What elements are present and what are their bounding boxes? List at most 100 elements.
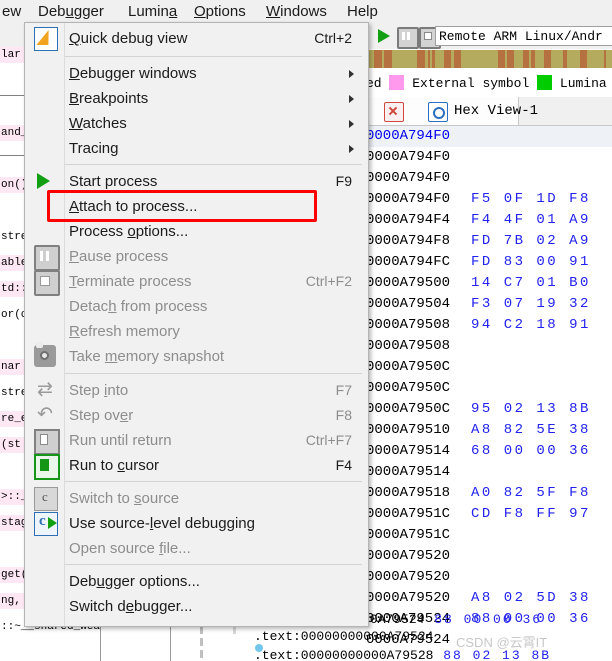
close-icon[interactable] bbox=[384, 102, 404, 122]
hex-row[interactable]: 0000A794F4 F4 4F 01 A9 bbox=[366, 210, 612, 231]
menu-item-quick-debug-view[interactable]: Quick debug view Ctrl+2 bbox=[25, 26, 368, 51]
hex-row[interactable]: 0000A79504 F3 07 19 32 bbox=[366, 294, 612, 315]
hex-row[interactable]: 0000A7951C CD F8 FF 97 bbox=[366, 504, 612, 525]
hex-address: 0000A79520 bbox=[366, 590, 451, 606]
process-selector[interactable]: Remote ARM Linux/Andr bbox=[435, 26, 612, 46]
menu-item-label: Breakpoints bbox=[69, 90, 149, 107]
hex-row[interactable]: 0000A794F0 F5 0F 1D F8 bbox=[366, 189, 612, 210]
menu-item-label: Switch to source bbox=[69, 490, 180, 507]
hex-row[interactable]: 0000A79508 bbox=[366, 336, 612, 357]
hex-view-tab-label: Hex View-1 bbox=[454, 103, 539, 119]
hex-row[interactable]: 0000A79508 94 C2 18 91 bbox=[366, 315, 612, 336]
menubar-item-windows[interactable]: Windows bbox=[266, 2, 327, 21]
hex-address: 0000A794F0 bbox=[366, 170, 451, 186]
hex-view-content[interactable]: 0000A794F0 0000A794F0 0000A794F0 0000A794F0… bbox=[366, 126, 612, 661]
hex-row[interactable]: 0000A79520 bbox=[366, 567, 612, 588]
hex-bytes: FD 83 00 91 bbox=[471, 254, 591, 270]
quick-debug-view-icon bbox=[34, 27, 58, 51]
pause-icon[interactable] bbox=[397, 27, 419, 49]
menu-separator bbox=[65, 481, 362, 482]
hex-bytes: A8 02 5D 38 bbox=[471, 590, 591, 606]
hex-address: 0000A79520 bbox=[366, 569, 451, 585]
legend-label-2: Lumina bbox=[559, 76, 607, 91]
menu-item-debugger-options[interactable]: Debugger options... bbox=[25, 569, 368, 594]
menu-item-shortcut: F7 bbox=[335, 382, 352, 398]
hex-row[interactable]: 0000A79514 68 00 00 36 bbox=[366, 441, 612, 462]
menu-item-terminate-process: Terminate process Ctrl+F2 bbox=[25, 269, 368, 296]
hex-address: 0000A79510 bbox=[366, 422, 451, 438]
chevron-right-icon bbox=[349, 145, 354, 153]
dock-icon[interactable] bbox=[428, 102, 448, 122]
menu-item-use-source-level-debugging[interactable]: Use source-level debugging bbox=[25, 511, 368, 536]
hex-row[interactable]: 0000A794F0 bbox=[366, 126, 612, 147]
menu-item-pause-process: Pause process bbox=[25, 244, 368, 271]
menu-separator bbox=[65, 164, 362, 165]
disasm-bytes: 88 00 00 36 bbox=[424, 612, 543, 627]
hex-address: 0000A79520 bbox=[366, 548, 451, 564]
menubar-item-view[interactable]: ew bbox=[2, 2, 21, 21]
run-to-cursor-icon bbox=[34, 454, 60, 480]
hex-row[interactable]: 0000A79510 A8 82 5E 38 bbox=[366, 420, 612, 441]
hex-row[interactable]: 0000A794FC FD 83 00 91 bbox=[366, 252, 612, 273]
play-icon bbox=[37, 173, 50, 189]
hex-row[interactable]: 0000A79518 A0 82 5F F8 bbox=[366, 483, 612, 504]
navigator-stripe bbox=[498, 50, 505, 68]
menubar-item-help[interactable]: Help bbox=[347, 2, 378, 21]
menu-separator bbox=[65, 373, 362, 374]
navigator-stripe bbox=[444, 50, 451, 68]
hex-address: 0000A79504 bbox=[366, 296, 451, 312]
navigator-stripe bbox=[417, 50, 425, 68]
hex-bytes: 95 02 13 8B bbox=[471, 401, 591, 417]
run-until-return-icon bbox=[34, 429, 60, 455]
hex-row[interactable]: 0000A7950C 95 02 13 8B bbox=[366, 399, 612, 420]
hex-row[interactable]: 0000A79520 A8 02 5D 38 bbox=[366, 588, 612, 609]
menubar-item-lumina[interactable]: Lumina bbox=[128, 2, 177, 21]
chevron-right-icon bbox=[349, 70, 354, 78]
debugger-dropdown-menu[interactable]: Quick debug view Ctrl+2 Debugger windows Br… bbox=[24, 22, 369, 627]
menu-item-switch-to-source: Switch to source bbox=[25, 486, 368, 511]
menu-item-label: Process options... bbox=[69, 223, 189, 240]
menu-item-tracing[interactable]: Tracing bbox=[25, 136, 368, 161]
menu-separator bbox=[65, 564, 362, 565]
menu-item-label: Step into bbox=[69, 382, 129, 399]
menu-item-shortcut: Ctrl+2 bbox=[314, 30, 352, 46]
hex-bytes: 14 C7 01 B0 bbox=[471, 275, 591, 291]
navigator-stripe bbox=[454, 50, 461, 68]
hex-address: 0000A7950C bbox=[366, 380, 451, 396]
play-icon[interactable] bbox=[378, 29, 390, 43]
chevron-right-icon bbox=[349, 95, 354, 103]
hex-address: 0000A79500 bbox=[366, 275, 451, 291]
menu-item-shortcut: F8 bbox=[335, 407, 352, 423]
hex-row[interactable]: 0000A7951C bbox=[366, 525, 612, 546]
debugger-toolbar: Remote ARM Linux/Andr bbox=[366, 23, 612, 49]
chevron-right-icon bbox=[349, 120, 354, 128]
menubar-item-options[interactable]: Options bbox=[194, 2, 246, 21]
menu-item-label: Run until return bbox=[69, 432, 172, 449]
menu-item-open-source-file: Open source file... bbox=[25, 536, 368, 561]
hex-row[interactable]: 0000A79514 bbox=[366, 462, 612, 483]
menubar-item-debugger[interactable]: Debugger bbox=[38, 2, 104, 21]
hex-address: 0000A79514 bbox=[366, 443, 451, 459]
hex-row[interactable]: 0000A794F0 bbox=[366, 168, 612, 189]
menu-item-run-to-cursor[interactable]: Run to cursor F4 bbox=[25, 453, 368, 480]
menu-separator bbox=[65, 56, 362, 57]
menu-item-watches[interactable]: Watches bbox=[25, 111, 368, 136]
hex-row[interactable]: 0000A79500 14 C7 01 B0 bbox=[366, 273, 612, 294]
hex-bytes: FD 7B 02 A9 bbox=[471, 233, 591, 249]
navigator-stripe bbox=[523, 50, 529, 68]
graph-dash-3 bbox=[200, 638, 203, 646]
legend-label-1: External symbol bbox=[412, 76, 530, 91]
hex-row[interactable]: 0000A7950C bbox=[366, 378, 612, 399]
step-over-icon: ↶ bbox=[37, 404, 53, 425]
menu-item-breakpoints[interactable]: Breakpoints bbox=[25, 86, 368, 111]
menu-item-debugger-windows[interactable]: Debugger windows bbox=[25, 61, 368, 86]
navigator-band-right[interactable] bbox=[366, 50, 612, 68]
menu-item-process-options[interactable]: Process options... bbox=[25, 219, 368, 244]
debugger-region: Remote ARM Linux/Andr ed External symbol… bbox=[366, 23, 612, 661]
hex-row[interactable]: 0000A7950C bbox=[366, 357, 612, 378]
hex-row[interactable]: 0000A794F8 FD 7B 02 A9 bbox=[366, 231, 612, 252]
menu-item-switch-debugger[interactable]: Switch debugger... bbox=[25, 594, 368, 619]
hex-row[interactable]: 0000A794F0 bbox=[366, 147, 612, 168]
hex-row[interactable]: 0000A79520 bbox=[366, 546, 612, 567]
menu-item-shortcut: Ctrl+F7 bbox=[305, 432, 352, 448]
